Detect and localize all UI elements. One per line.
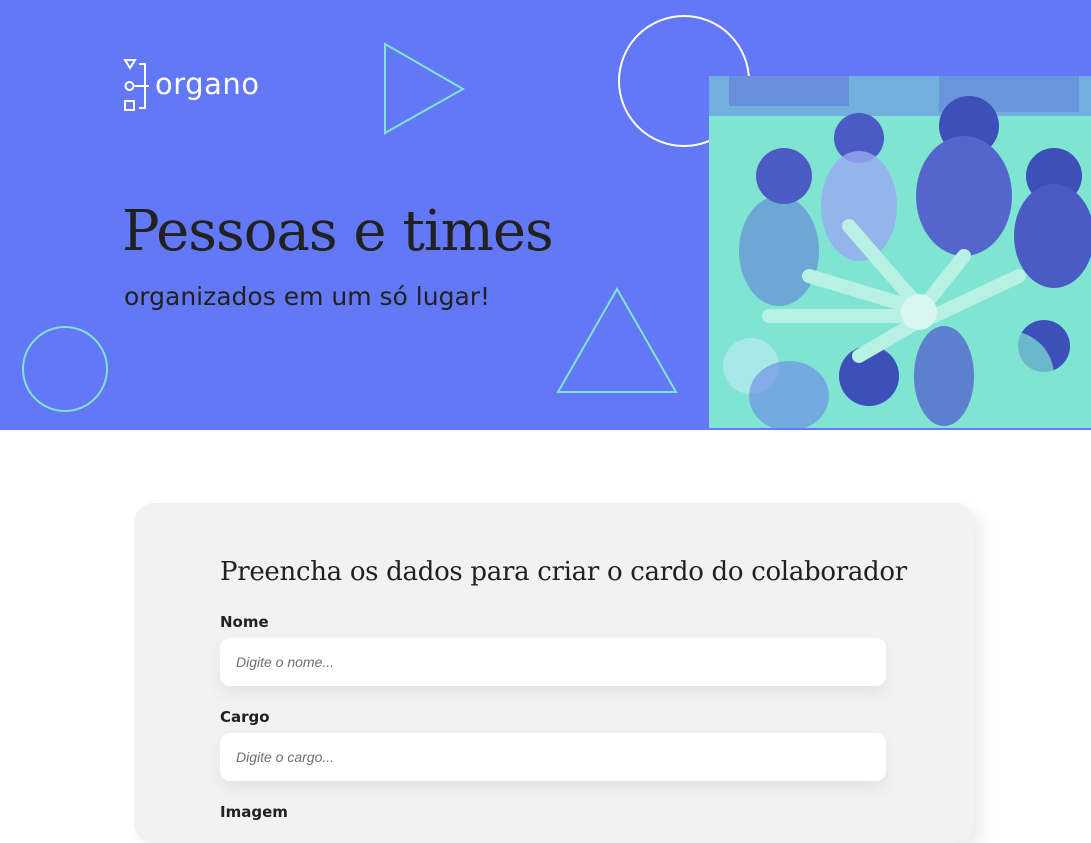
triangle-play-icon	[384, 42, 466, 135]
image-label: Imagem	[220, 803, 288, 821]
team-photo	[709, 76, 1091, 428]
logo-text: organo	[155, 67, 260, 101]
logo-icon	[123, 59, 149, 111]
role-input[interactable]	[220, 733, 886, 781]
collaborator-form: Preencha os dados para criar o cardo do …	[134, 503, 974, 843]
banner: organo Pessoas e times organizados em um…	[0, 0, 1091, 430]
triangle-outline-icon	[556, 287, 678, 393]
form-title: Preencha os dados para criar o cardo do …	[220, 557, 907, 587]
circle-outline-small-icon	[22, 326, 108, 412]
logo[interactable]: organo	[123, 57, 259, 113]
hero-subtitle: organizados em um só lugar!	[124, 282, 491, 311]
role-label: Cargo	[220, 708, 270, 726]
hero-title: Pessoas e times	[122, 199, 554, 264]
name-input[interactable]	[220, 638, 886, 686]
name-label: Nome	[220, 613, 269, 631]
